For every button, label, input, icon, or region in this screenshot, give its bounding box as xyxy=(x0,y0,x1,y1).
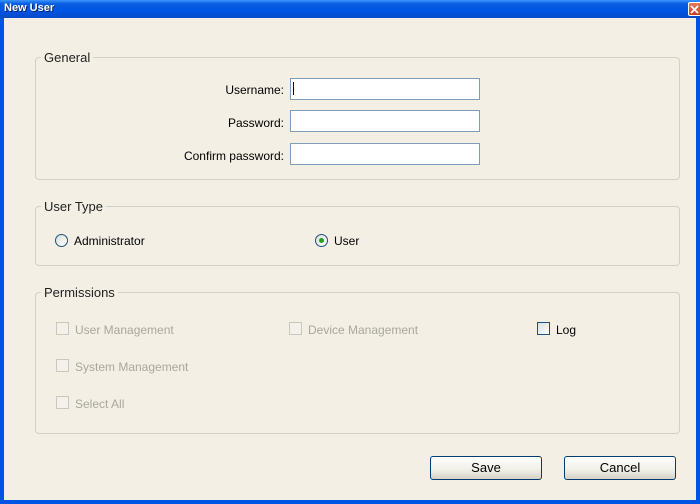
window-frame-right xyxy=(696,18,700,504)
select-all-checkbox[interactable] xyxy=(56,396,69,409)
cancel-button[interactable]: Cancel xyxy=(564,456,676,480)
permissions-legend: Permissions xyxy=(44,285,115,300)
text-caret xyxy=(293,82,294,95)
log-label[interactable]: Log xyxy=(556,323,576,337)
log-checkbox[interactable] xyxy=(537,322,550,335)
username-label: Username: xyxy=(225,83,284,97)
user-radio[interactable] xyxy=(315,234,328,247)
system-management-label: System Management xyxy=(75,360,189,374)
dialog-body: General Username: Password: Confirm pass… xyxy=(4,18,696,500)
user-type-group: User Type xyxy=(35,199,680,266)
password-label: Password: xyxy=(227,116,284,130)
select-all-label: Select All xyxy=(75,397,125,411)
device-management-label: Device Management xyxy=(308,323,419,337)
administrator-radio-label[interactable]: Administrator xyxy=(74,234,145,248)
administrator-radio[interactable] xyxy=(55,234,68,247)
device-management-checkbox[interactable] xyxy=(289,322,302,335)
general-legend: General xyxy=(44,50,91,65)
user-radio-label[interactable]: User xyxy=(334,234,359,248)
radio-selected-dot xyxy=(319,238,324,243)
system-management-checkbox[interactable] xyxy=(56,359,69,372)
confirm-password-label: Confirm password: xyxy=(183,149,284,163)
close-icon xyxy=(690,5,699,14)
title-bar[interactable]: New User xyxy=(0,0,700,18)
user-management-label: User Management xyxy=(75,323,174,337)
confirm-password-input[interactable] xyxy=(290,143,480,165)
window-frame-bottom xyxy=(0,500,700,504)
password-input[interactable] xyxy=(290,110,480,132)
username-input[interactable] xyxy=(290,78,480,100)
new-user-dialog: New User General Username: Password: Con… xyxy=(0,0,700,504)
user-management-checkbox[interactable] xyxy=(56,322,69,335)
window-title: New User xyxy=(4,2,55,14)
close-button[interactable] xyxy=(688,2,700,16)
save-button[interactable]: Save xyxy=(430,456,542,480)
user-type-legend: User Type xyxy=(44,199,104,214)
